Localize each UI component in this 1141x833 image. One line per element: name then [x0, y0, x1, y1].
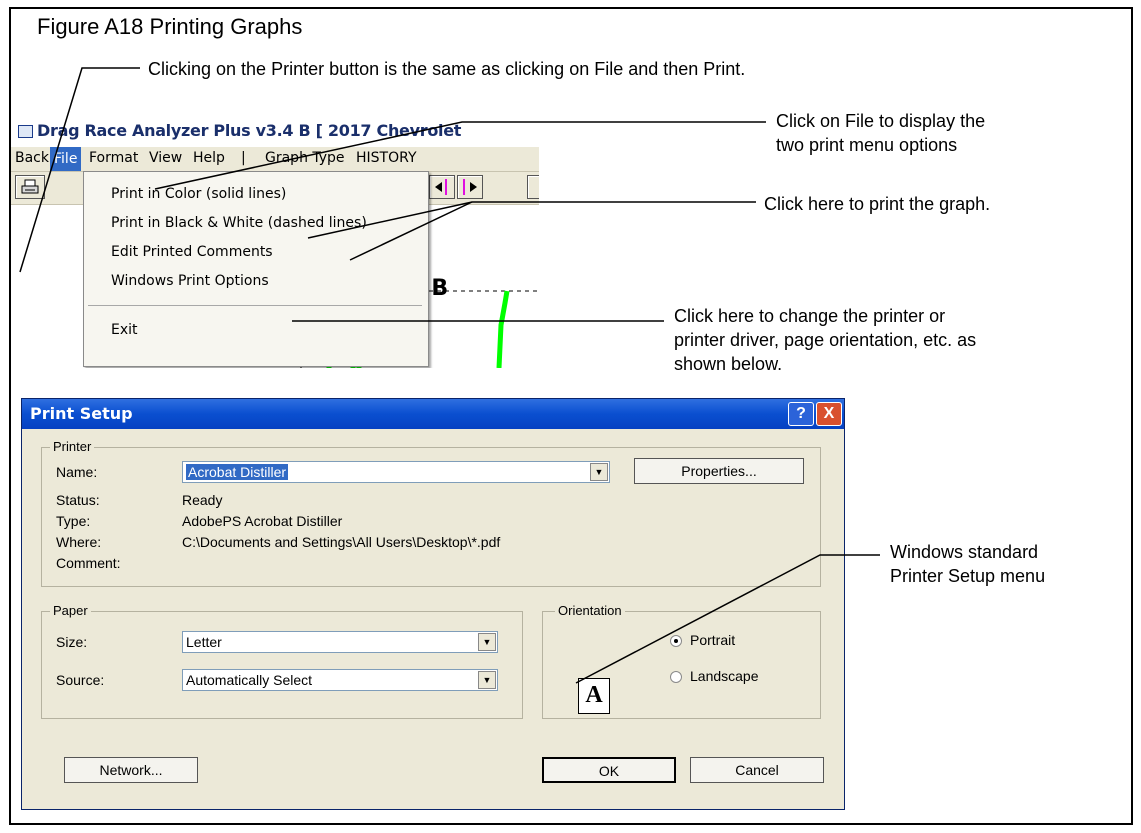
status-value: Ready: [182, 492, 223, 508]
close-icon[interactable]: X: [816, 402, 842, 426]
dropdown-arrow-icon[interactable]: ▼: [478, 671, 496, 689]
app-window: Drag Race Analyzer Plus v3.4 B [ 2017 Ch…: [11, 116, 539, 368]
dialog-title: Print Setup: [30, 404, 133, 423]
graph-line-3: [496, 290, 510, 368]
toolbar-button-partial[interactable]: [527, 175, 539, 199]
menu-format[interactable]: Format: [89, 150, 138, 166]
menu-item-windows-print-options[interactable]: Windows Print Options: [111, 273, 269, 289]
orientation-group-label: Orientation: [555, 603, 625, 618]
type-label: Type:: [56, 513, 91, 529]
landscape-radio[interactable]: [670, 671, 682, 683]
where-label: Where:: [56, 534, 102, 550]
menu-separator: |: [241, 150, 246, 166]
portrait-radio[interactable]: [670, 635, 682, 647]
forward-arrow-icon: [463, 179, 477, 195]
menu-item-edit-comments[interactable]: Edit Printed Comments: [111, 244, 273, 260]
printer-icon: [21, 179, 39, 194]
ok-button[interactable]: OK: [542, 757, 676, 783]
menu-item-print-bw[interactable]: Print in Black & White (dashed lines): [111, 215, 367, 231]
name-label: Name:: [56, 464, 98, 480]
menu-item-print-color[interactable]: Print in Color (solid lines): [111, 186, 286, 202]
paper-size-select[interactable]: Letter ▼: [182, 631, 498, 653]
paper-source-value: Automatically Select: [186, 672, 313, 688]
back-arrow-button[interactable]: [429, 175, 455, 199]
printer-button-note: Clicking on the Printer button is the sa…: [148, 59, 746, 79]
setup-note-line1: Windows standard: [890, 542, 1039, 562]
paper-size-value: Letter: [186, 634, 222, 650]
menu-item-exit[interactable]: Exit: [111, 322, 138, 338]
type-value: AdobePS Acrobat Distiller: [182, 513, 343, 529]
cancel-button[interactable]: Cancel: [690, 757, 824, 783]
printer-group-label: Printer: [50, 439, 95, 454]
print-options-note-line2: printer driver, page orientation, etc. a…: [674, 330, 977, 350]
portrait-label[interactable]: Portrait: [690, 632, 735, 648]
print-options-note-line1: Click here to change the printer or: [674, 306, 946, 326]
app-title: Drag Race Analyzer Plus v3.4 B [ 2017 Ch…: [37, 121, 462, 140]
app-icon: [18, 125, 33, 138]
paper-source-select[interactable]: Automatically Select ▼: [182, 669, 498, 691]
setup-note-line2: Printer Setup menu: [890, 566, 1046, 586]
back-arrow-icon: [435, 179, 447, 195]
portrait-page-icon: A: [578, 678, 610, 714]
print-setup-dialog: Print Setup ? X Printer Name: Acrobat Di…: [21, 398, 845, 810]
print-graph-note: Click here to print the graph.: [764, 194, 991, 214]
properties-button[interactable]: Properties...: [634, 458, 804, 484]
menu-view[interactable]: View: [149, 150, 182, 166]
menu-graph-type[interactable]: Graph Type: [265, 150, 345, 166]
menu-separator-line: [88, 305, 422, 306]
network-button[interactable]: Network...: [64, 757, 198, 783]
forward-arrow-button[interactable]: [457, 175, 483, 199]
landscape-label[interactable]: Landscape: [690, 668, 759, 684]
printer-name-select[interactable]: Acrobat Distiller ▼: [182, 461, 610, 483]
file-menu-note-line2: two print menu options: [776, 135, 958, 155]
menu-back[interactable]: Back: [15, 150, 49, 166]
paper-group-label: Paper: [50, 603, 91, 618]
figure-title: Figure A18 Printing Graphs: [37, 14, 303, 39]
paper-group: [41, 611, 523, 719]
help-icon[interactable]: ?: [788, 402, 814, 426]
print-options-note-line3: shown below.: [674, 354, 783, 374]
printer-name-value: Acrobat Distiller: [186, 464, 289, 480]
where-value: C:\Documents and Settings\All Users\Desk…: [182, 534, 501, 550]
file-menu-dropdown: Print in Color (solid lines) Print in Bl…: [83, 171, 429, 367]
menu-file[interactable]: File: [50, 147, 82, 171]
file-menu-note-line1: Click on File to display the: [776, 111, 986, 131]
source-label: Source:: [56, 672, 105, 688]
menu-help[interactable]: Help: [193, 150, 225, 166]
app-title-bar: Drag Race Analyzer Plus v3.4 B [ 2017 Ch…: [11, 116, 539, 147]
printer-button[interactable]: [15, 175, 45, 199]
menu-bar: Back File Format View Help | Graph Type …: [11, 147, 539, 172]
menu-history[interactable]: HISTORY: [356, 150, 417, 166]
dialog-title-bar: Print Setup ? X: [22, 399, 844, 429]
status-label: Status:: [56, 492, 100, 508]
comment-label: Comment:: [56, 555, 121, 571]
dropdown-arrow-icon[interactable]: ▼: [590, 463, 608, 481]
size-label: Size:: [56, 634, 88, 650]
dropdown-arrow-icon[interactable]: ▼: [478, 633, 496, 651]
